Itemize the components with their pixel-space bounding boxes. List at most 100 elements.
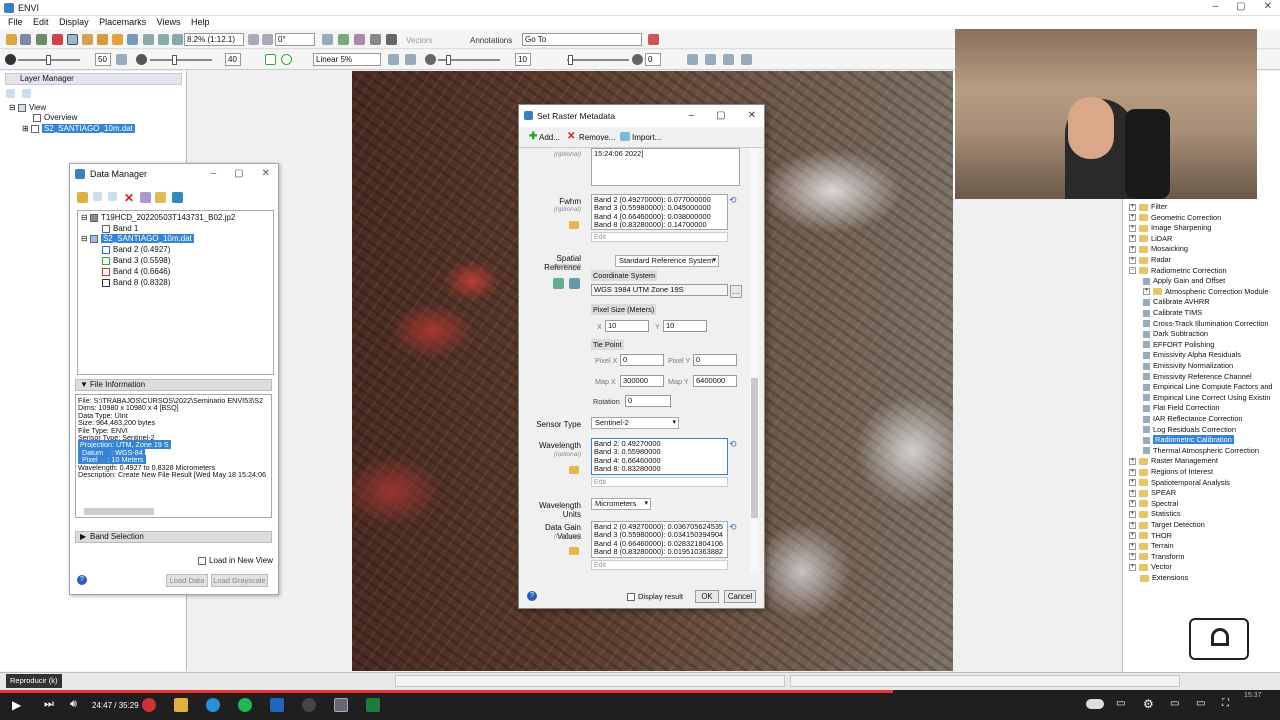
expand-icon[interactable]: + xyxy=(1129,563,1136,571)
transparency-knob[interactable] xyxy=(568,55,573,65)
tree-item-band4[interactable]: Band 4 (0.6646) xyxy=(102,267,170,276)
toolbox-item[interactable]: + THOR xyxy=(1129,531,1172,541)
pixel-y-input[interactable]: 0 xyxy=(693,354,737,366)
dm-maximize-icon[interactable]: ▢ xyxy=(234,168,243,179)
transparency-slider[interactable] xyxy=(567,59,629,61)
fullscreen-icon[interactable]: ⛶ xyxy=(1222,698,1229,709)
dialog-maximize-icon[interactable]: ▢ xyxy=(716,110,725,121)
menu-placemarks[interactable]: Placemarks xyxy=(99,17,146,27)
toolbox-item[interactable]: + Statistics xyxy=(1129,509,1181,519)
portal-icon[interactable] xyxy=(386,34,397,45)
load-new-view-option[interactable]: Load in New View xyxy=(198,556,273,565)
zoom-combobox[interactable]: 8.2% (1:12.1) xyxy=(184,33,244,46)
expand-icon[interactable]: + xyxy=(1129,235,1136,243)
dialog-help-icon[interactable]: ? xyxy=(527,591,537,601)
fwhm-list[interactable]: Band 2 (0.49270000): 0.077000000 Band 3 (… xyxy=(591,194,728,230)
raster-checkbox[interactable] xyxy=(30,124,39,133)
toolbox-item[interactable]: Thermal Atmospheric Correction xyxy=(1143,446,1259,456)
display-result-checkbox[interactable] xyxy=(627,593,635,602)
toolbox-item[interactable]: Emissivity Reference Channel xyxy=(1143,372,1252,382)
reset-icon[interactable] xyxy=(116,54,127,65)
menu-help[interactable]: Help xyxy=(191,17,210,27)
video-progress[interactable] xyxy=(0,690,894,693)
toolbox-item[interactable]: + Terrain xyxy=(1129,541,1174,551)
fwhm-edit[interactable]: Edit xyxy=(591,232,728,242)
outlook-icon[interactable] xyxy=(270,698,284,712)
stretch-icon[interactable] xyxy=(265,54,276,65)
contrast-knob[interactable] xyxy=(172,55,177,65)
autoplay-toggle[interactable] xyxy=(1086,699,1104,709)
expand-icon[interactable]: + xyxy=(1129,203,1136,211)
gain-refresh-icon[interactable]: ⟲ xyxy=(729,522,737,533)
band-selection-header[interactable]: ▶ Band Selection xyxy=(75,531,272,543)
expand-all-icon[interactable] xyxy=(6,89,15,98)
annotations-menu[interactable]: Annotations xyxy=(470,36,512,45)
wavelength-edit[interactable]: Edit xyxy=(591,477,728,487)
toolbox-item[interactable]: Empirical Line Compute Factors and xyxy=(1143,382,1273,392)
description-field[interactable]: 15:24:06 2022] xyxy=(591,148,740,186)
dm-close-icon[interactable]: ✕ xyxy=(262,168,270,179)
play-icon[interactable]: ▶ xyxy=(12,698,21,712)
expand-icon[interactable]: + xyxy=(1129,553,1136,561)
toolbox-item[interactable]: + Spatiotemporal Analysis xyxy=(1129,478,1230,488)
gain-folder-icon[interactable] xyxy=(569,547,579,555)
toolbox-item[interactable]: + LiDAR xyxy=(1129,234,1172,244)
expand-icon[interactable]: + xyxy=(1129,489,1136,497)
histogram-icon[interactable] xyxy=(405,54,416,65)
expand-icon[interactable]: + xyxy=(1129,224,1136,232)
export-icon[interactable] xyxy=(172,192,183,203)
toolbox-item[interactable]: EFFORT Polishing xyxy=(1143,340,1214,350)
remove-button[interactable]: Remove... xyxy=(579,133,615,142)
toolbox-item[interactable]: + Geometric Correction xyxy=(1129,213,1221,223)
vectors-menu[interactable]: Vectors xyxy=(406,36,433,45)
wavelength-refresh-icon[interactable]: ⟲ xyxy=(729,439,737,450)
sensor-type-select[interactable]: Sentinel-2 xyxy=(591,417,679,429)
toolbox-item[interactable]: Calibrate AVHRR xyxy=(1143,297,1210,307)
data-gain-list[interactable]: Band 2 (0.49270000): 0.036705624535 Band … xyxy=(591,521,728,558)
dialog-scrollbar[interactable] xyxy=(750,148,759,573)
pin-data-icon[interactable] xyxy=(140,192,151,203)
toolbox-item[interactable]: Emissivity Alpha Residuals xyxy=(1143,350,1241,360)
toolbox-item[interactable]: + SPEAR xyxy=(1129,488,1176,498)
open-icon[interactable] xyxy=(77,192,88,203)
display-result-option[interactable]: Display result xyxy=(627,592,683,602)
excel-icon[interactable] xyxy=(366,698,380,712)
close-file-icon[interactable]: ✕ xyxy=(124,191,135,205)
pan-icon[interactable] xyxy=(82,34,93,45)
sharpen-value[interactable]: 10 xyxy=(515,53,531,66)
fwhm-folder-icon[interactable] xyxy=(569,221,579,229)
toolbox-item[interactable]: Dark Subtraction xyxy=(1143,329,1208,339)
toolbox-item[interactable]: Flat Field Correction xyxy=(1143,403,1220,413)
swipe-icon[interactable] xyxy=(687,54,698,65)
youtube-icon[interactable] xyxy=(142,698,156,712)
reproject-icon[interactable] xyxy=(569,278,580,289)
expand-icon[interactable]: + xyxy=(1129,468,1136,476)
close-icon[interactable]: ✕ xyxy=(1264,1,1272,12)
tree-item-band3[interactable]: Band 3 (0.5598) xyxy=(102,256,170,265)
toolbox-item[interactable]: Apply Gain and Offset xyxy=(1143,276,1225,286)
tree-item-band8[interactable]: Band 8 (0.8328) xyxy=(102,278,170,287)
map-x-input[interactable]: 300000 xyxy=(620,375,664,387)
pixel-size-y-input[interactable]: 10 xyxy=(663,320,707,332)
expand-icon[interactable]: + xyxy=(1129,479,1136,487)
horizontal-scrollbar[interactable] xyxy=(84,508,154,515)
help-icon[interactable]: ? xyxy=(77,575,87,585)
menu-edit[interactable]: Edit xyxy=(33,17,49,27)
rotate-left-icon[interactable] xyxy=(248,34,259,45)
spatial-reference-select[interactable]: Standard Reference System xyxy=(615,255,719,267)
toolbox-item[interactable]: + Image Sharpening xyxy=(1129,223,1211,233)
menu-views[interactable]: Views xyxy=(157,17,181,27)
miniplayer-icon[interactable]: ▭ xyxy=(1170,698,1179,709)
toolbox-item[interactable]: Empirical Line Correct Using Existin xyxy=(1143,393,1270,403)
wavelength-units-select[interactable]: Micrometers xyxy=(591,498,651,510)
toolbox-item[interactable]: IAR Reflectance Correction xyxy=(1143,414,1243,424)
expand-icon[interactable]: + xyxy=(1129,457,1136,465)
select-icon[interactable] xyxy=(67,34,78,45)
rotate-right-icon[interactable] xyxy=(262,34,273,45)
expand-icon[interactable]: + xyxy=(1129,256,1136,264)
collapse-icon[interactable] xyxy=(108,192,117,201)
toolbox-item[interactable]: Cross-Track Illumination Correction xyxy=(1143,319,1269,329)
toolbox-item[interactable]: + Spectral xyxy=(1129,499,1178,509)
toolbox-item[interactable]: + Mosaicking xyxy=(1129,244,1188,254)
obs-icon[interactable] xyxy=(302,698,316,712)
